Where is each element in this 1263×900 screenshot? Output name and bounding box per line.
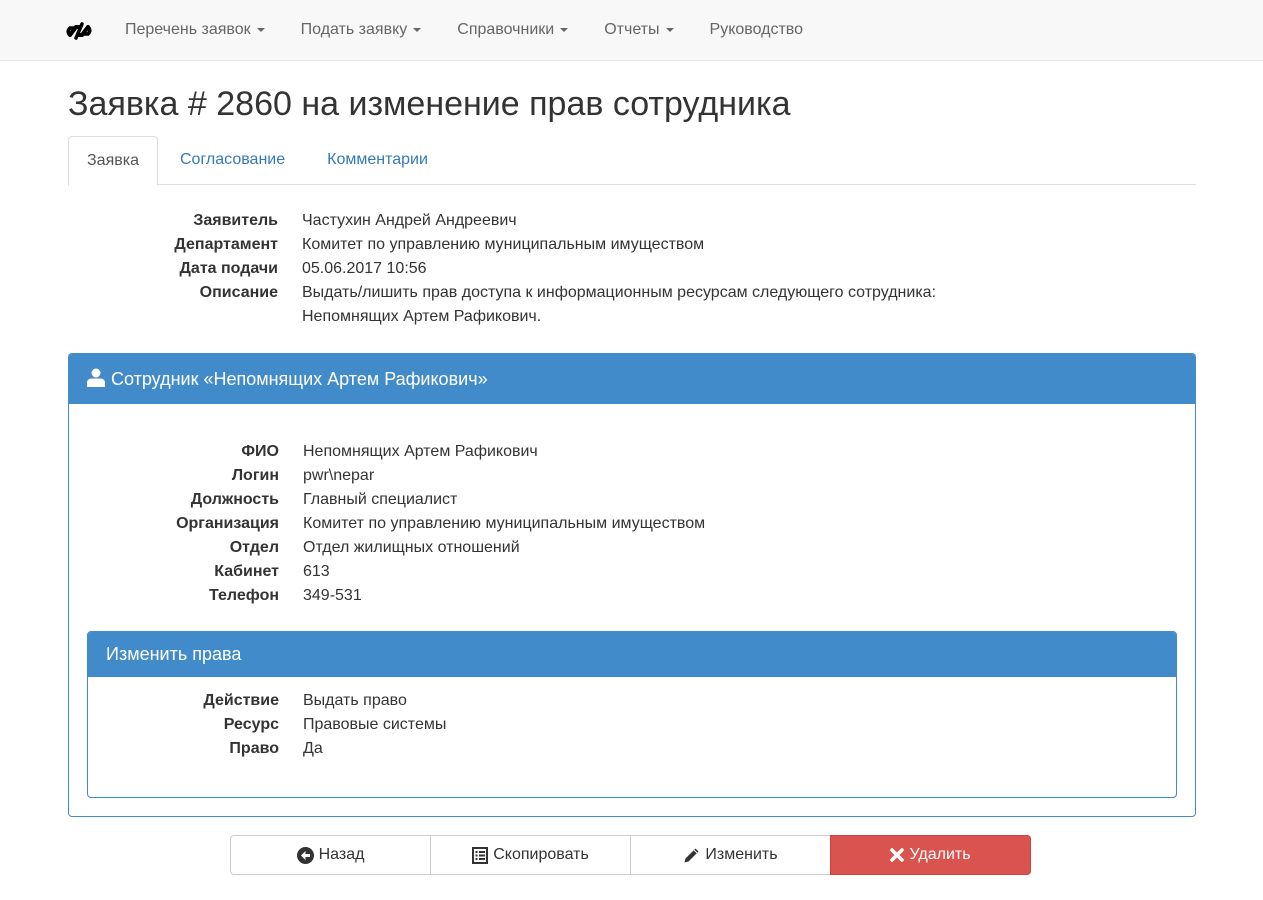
- field-value: Отдел жилищных отношений: [303, 539, 520, 556]
- field-label: Право: [229, 740, 279, 757]
- nav-label: Справочники: [457, 21, 555, 38]
- field-value: Выдать право: [303, 692, 407, 709]
- field-value: Правовые системы: [303, 716, 447, 733]
- field-label: Действие: [203, 692, 279, 709]
- tab-request[interactable]: Заявка: [68, 136, 158, 186]
- field-label: Организация: [176, 515, 279, 532]
- request-details: Заявитель Частухин Андрей Андреевич Депар…: [68, 209, 936, 329]
- caret-down-icon: [665, 27, 674, 32]
- tab-approval[interactable]: Согласование: [160, 136, 305, 185]
- nav-label: Отчеты: [604, 21, 660, 38]
- field-value: Главный специалист: [303, 491, 458, 508]
- field-value: Комитет по управлению муниципальным имущ…: [303, 515, 706, 532]
- date-label: Дата подачи: [179, 260, 278, 277]
- back-label: Назад: [318, 846, 365, 863]
- list-alt-icon: [472, 846, 489, 864]
- nav-label: Перечень заявок: [125, 21, 251, 38]
- user-icon: [87, 368, 105, 387]
- nav-submit-request[interactable]: Подать заявку: [283, 0, 440, 60]
- department-value: Комитет по управлению муниципальным имущ…: [302, 236, 705, 253]
- description-value: Выдать/лишить прав доступа к информацион…: [302, 281, 936, 329]
- nav-requests-list[interactable]: Перечень заявок: [107, 0, 283, 60]
- applicant-value: Частухин Андрей Андреевич: [302, 212, 517, 229]
- nav-label: Руководство: [709, 21, 804, 38]
- rights-panel-title: Изменить права: [88, 632, 1176, 677]
- caret-down-icon: [256, 27, 265, 32]
- copy-label: Скопировать: [493, 846, 589, 863]
- tab-comments[interactable]: Комментарии: [307, 136, 448, 185]
- caret-down-icon: [413, 27, 422, 32]
- field-label: ФИО: [241, 443, 279, 460]
- field-value: 613: [303, 563, 330, 580]
- pencil-icon: [683, 847, 700, 864]
- nav-reports[interactable]: Отчеты: [586, 0, 691, 60]
- nav-manual[interactable]: Руководство: [692, 0, 822, 60]
- field-value: Непомнящих Артем Рафикович: [303, 443, 538, 460]
- caret-down-icon: [560, 27, 569, 32]
- employee-fields: ФИО Непомнящих Артем Рафикович Логин pwr\n…: [69, 440, 705, 608]
- field-label: Отдел: [229, 539, 279, 556]
- circle-arrow-left-icon: [296, 846, 314, 864]
- rights-fields: Действие Выдать право Ресурс Правовые сист…: [69, 689, 446, 761]
- field-label: Кабинет: [214, 563, 279, 580]
- back-button[interactable]: Назад: [230, 835, 431, 875]
- rights-panel: Изменить права Действие Выдать право Ресу…: [87, 631, 1177, 798]
- description-label: Описание: [199, 284, 278, 301]
- delete-button[interactable]: Удалить: [830, 835, 1031, 875]
- employee-panel: Сотрудник «Непомнящих Артем Рафикович» Ф…: [68, 353, 1196, 817]
- field-label: Логин: [231, 467, 279, 484]
- copy-button[interactable]: Скопировать: [430, 835, 631, 875]
- nav-label: Подать заявку: [300, 21, 408, 38]
- field-value: Да: [303, 740, 323, 757]
- applicant-label: Заявитель: [193, 212, 278, 229]
- employee-panel-heading: Сотрудник «Непомнящих Артем Рафикович»: [69, 354, 1195, 404]
- page-title: Заявка # 2860 на изменение прав сотрудни…: [68, 85, 791, 123]
- date-value: 05.06.2017 10:56: [302, 260, 427, 277]
- employee-panel-title: Сотрудник «Непомнящих Артем Рафикович»: [111, 369, 488, 389]
- field-value: pwr\nepar: [303, 467, 375, 484]
- field-label: Телефон: [209, 587, 279, 604]
- field-label: Ресурс: [223, 716, 279, 733]
- edit-label: Изменить: [705, 846, 778, 863]
- action-buttons: Назад Скопировать Изменить Удалить: [230, 835, 1031, 875]
- remove-icon: [890, 848, 905, 862]
- top-navbar: Перечень заявок Подать заявку Справочник…: [0, 0, 1263, 61]
- logo-slash-icon[interactable]: [65, 19, 93, 43]
- nav-directories[interactable]: Справочники: [439, 0, 586, 60]
- edit-button[interactable]: Изменить: [630, 835, 831, 875]
- request-tabs: Заявка Согласование Комментарии: [68, 136, 1196, 186]
- department-label: Департамент: [174, 236, 278, 253]
- description-line-2: Непомнящих Артем Рафикович.: [302, 308, 542, 325]
- field-value: 349-531: [303, 587, 362, 604]
- field-label: Должность: [190, 491, 279, 508]
- delete-label: Удалить: [909, 846, 971, 863]
- description-line-1: Выдать/лишить прав доступа к информацион…: [302, 284, 937, 301]
